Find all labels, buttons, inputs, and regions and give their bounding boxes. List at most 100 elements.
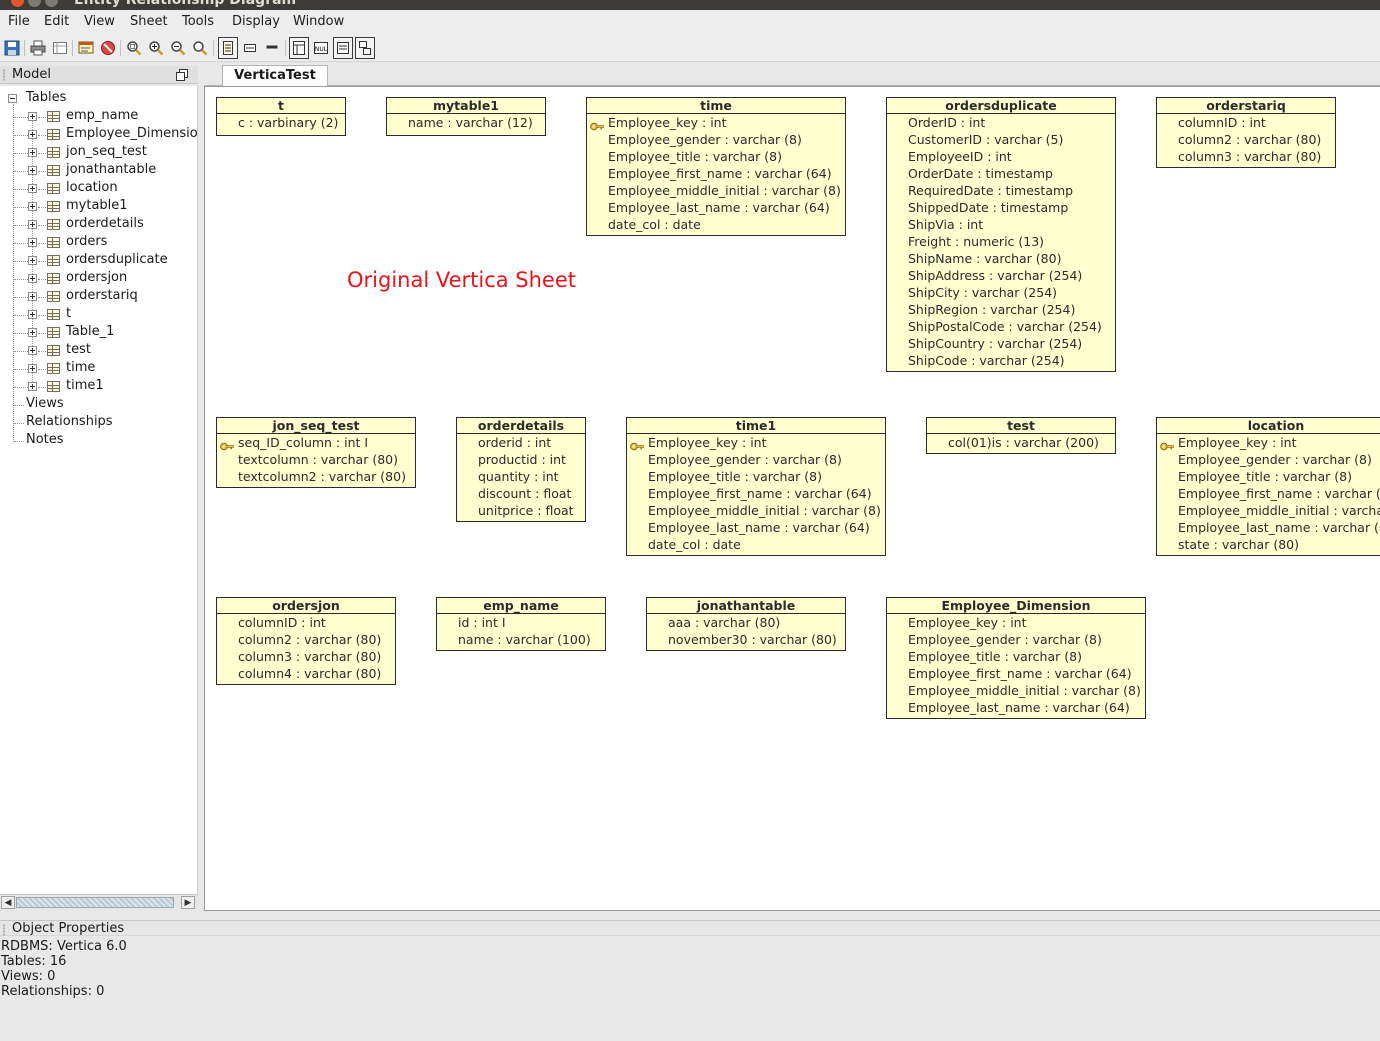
restore-panel-icon[interactable]	[176, 69, 188, 81]
tree-item-t[interactable]: t	[0, 306, 197, 324]
tree-item-ordersduplicate[interactable]: ordersduplicate	[0, 252, 197, 270]
expand-toggle-icon[interactable]	[28, 130, 37, 139]
maximize-window-button[interactable]	[45, 0, 58, 7]
tree-item-label: orderstariq	[66, 288, 138, 303]
view-names-icon[interactable]	[262, 37, 282, 59]
menu-sheet[interactable]: Sheet	[130, 14, 168, 29]
entity-attribute: Freight : numeric (13)	[887, 233, 1115, 250]
tree-item-emp-name[interactable]: emp_name	[0, 108, 197, 126]
attribute-text: ShipVia : int	[908, 217, 984, 232]
menu-window[interactable]: Window	[293, 14, 344, 29]
expand-toggle-icon[interactable]	[28, 256, 37, 265]
attribute-text: Employee_key : int	[648, 435, 767, 450]
entity-attribute: state : varchar (80)	[1157, 536, 1380, 553]
menu-view[interactable]: View	[84, 14, 115, 29]
expand-toggle-icon[interactable]	[28, 184, 37, 193]
menu-edit[interactable]: Edit	[44, 14, 69, 29]
tree-node-views[interactable]: Views	[0, 396, 197, 414]
save-icon[interactable]	[2, 37, 22, 59]
edit-icon[interactable]	[76, 37, 96, 59]
drag-grip[interactable]	[3, 69, 5, 81]
tree-item-employee-dimension[interactable]: Employee_Dimension	[0, 126, 197, 144]
view-details-icon[interactable]	[218, 37, 238, 59]
tree-item-test[interactable]: test	[0, 342, 197, 360]
show-null-icon[interactable]: NUL	[311, 37, 331, 59]
expand-toggle-icon[interactable]	[28, 112, 37, 121]
expand-toggle-icon[interactable]	[28, 220, 37, 229]
zoom-out-icon[interactable]	[168, 37, 188, 59]
tree-item-jonathantable[interactable]: jonathantable	[0, 162, 197, 180]
tree-node-relationships[interactable]: Relationships	[0, 414, 197, 432]
entity-jon-seq-test[interactable]: jon_seq_test seq_ID_column : int I textcol…	[216, 417, 416, 488]
entity-t[interactable]: tc : varbinary (2)	[216, 97, 346, 136]
menu-tools[interactable]: Tools	[182, 14, 214, 29]
expand-toggle-icon[interactable]	[28, 274, 37, 283]
tree-item-mytable1[interactable]: mytable1	[0, 198, 197, 216]
expand-toggle-icon[interactable]	[28, 202, 37, 211]
show-types-icon[interactable]	[333, 37, 353, 59]
expand-toggle-icon[interactable]	[28, 346, 37, 355]
entity-time1[interactable]: time1 Employee_key : int Employee_gender :…	[626, 417, 886, 556]
diagram-canvas[interactable]: Original Vertica Sheet tc : varbinary (2…	[204, 86, 1380, 911]
entity-location[interactable]: location Employee_key : int Employee_gende…	[1156, 417, 1380, 556]
tree-item-orderdetails[interactable]: orderdetails	[0, 216, 197, 234]
entity-jonathantable[interactable]: jonathantable aaa : varchar (80) november3…	[646, 597, 846, 651]
entity-orderstariq[interactable]: orderstariq columnID : int column2 : varch…	[1156, 97, 1336, 168]
zoom-actual-icon[interactable]	[190, 37, 210, 59]
table-icon	[47, 255, 60, 266]
entity-name: test	[927, 418, 1115, 434]
minimize-window-button[interactable]	[28, 0, 41, 7]
entity-ordersjon[interactable]: ordersjon columnID : int column2 : varchar…	[216, 597, 396, 685]
menu-display[interactable]: Display	[232, 14, 280, 29]
expand-toggle-icon[interactable]	[28, 292, 37, 301]
expand-toggle-icon[interactable]	[28, 166, 37, 175]
scroll-right-button[interactable]: ▶	[181, 896, 195, 909]
entity-test[interactable]: test col(01)is : varchar (200)	[926, 417, 1116, 454]
expand-toggle-icon[interactable]	[28, 148, 37, 157]
tree-item-location[interactable]: location	[0, 180, 197, 198]
layout-icon[interactable]	[355, 37, 375, 59]
tree-item-jon-seq-test[interactable]: jon_seq_test	[0, 144, 197, 162]
attribute-text: column3 : varchar (80)	[238, 649, 382, 664]
view-keys-icon[interactable]	[240, 37, 260, 59]
menu-file[interactable]: File	[8, 14, 30, 29]
entity-attribute: Employee_first_name : varchar (64)	[887, 665, 1145, 682]
entity-attribute: ShipRegion : varchar (254)	[887, 301, 1115, 318]
collapse-toggle-icon[interactable]	[8, 94, 17, 103]
entity-emp-name[interactable]: emp_name id : int I name : varchar (100)	[436, 597, 606, 651]
expand-toggle-icon[interactable]	[28, 238, 37, 247]
entity-employee-dimension[interactable]: Employee_Dimension Employee_key : int Empl…	[886, 597, 1146, 719]
expand-toggle-icon[interactable]	[28, 364, 37, 373]
tree-item-ordersjon[interactable]: ordersjon	[0, 270, 197, 288]
tree-node-tables[interactable]: Tables	[0, 90, 197, 108]
drag-grip[interactable]	[3, 924, 5, 936]
print-icon[interactable]	[28, 37, 48, 59]
tree-item-orders[interactable]: orders	[0, 234, 197, 252]
entity-attribute: Employee_middle_initial : varchar (8)	[587, 182, 845, 199]
scrollbar-thumb[interactable]	[16, 897, 174, 908]
expand-toggle-icon[interactable]	[28, 382, 37, 391]
tree-horizontal-scrollbar[interactable]: ◀ ▶	[0, 894, 198, 910]
tree-item-table-1[interactable]: Table_1	[0, 324, 197, 342]
tree-item-time1[interactable]: time1	[0, 378, 197, 396]
stop-icon[interactable]	[98, 37, 118, 59]
tree-item-time[interactable]: time	[0, 360, 197, 378]
entity-ordersduplicate[interactable]: ordersduplicate OrderID : int CustomerID :…	[886, 97, 1116, 372]
expand-toggle-icon[interactable]	[28, 310, 37, 319]
page-setup-icon[interactable]	[50, 37, 70, 59]
entity-orderdetails[interactable]: orderdetails orderid : int productid : int…	[456, 417, 586, 522]
entity-mytable1[interactable]: mytable1 name : varchar (12)	[386, 97, 546, 136]
zoom-fit-icon[interactable]	[124, 37, 144, 59]
tree-node-label: Relationships	[26, 414, 113, 429]
entity-attribute: date_col : date	[627, 536, 885, 553]
sheet-tab-verticatest[interactable]: VerticaTest	[222, 65, 328, 86]
scroll-left-button[interactable]: ◀	[1, 896, 15, 909]
show-columns-icon[interactable]	[289, 37, 309, 59]
close-window-button[interactable]	[11, 0, 24, 7]
tree-item-orderstariq[interactable]: orderstariq	[0, 288, 197, 306]
canvas-note[interactable]: Original Vertica Sheet	[347, 268, 576, 292]
zoom-in-icon[interactable]	[146, 37, 166, 59]
tree-node-notes[interactable]: Notes	[0, 432, 197, 450]
expand-toggle-icon[interactable]	[28, 328, 37, 337]
entity-time[interactable]: time Employee_key : int Employee_gender : …	[586, 97, 846, 236]
